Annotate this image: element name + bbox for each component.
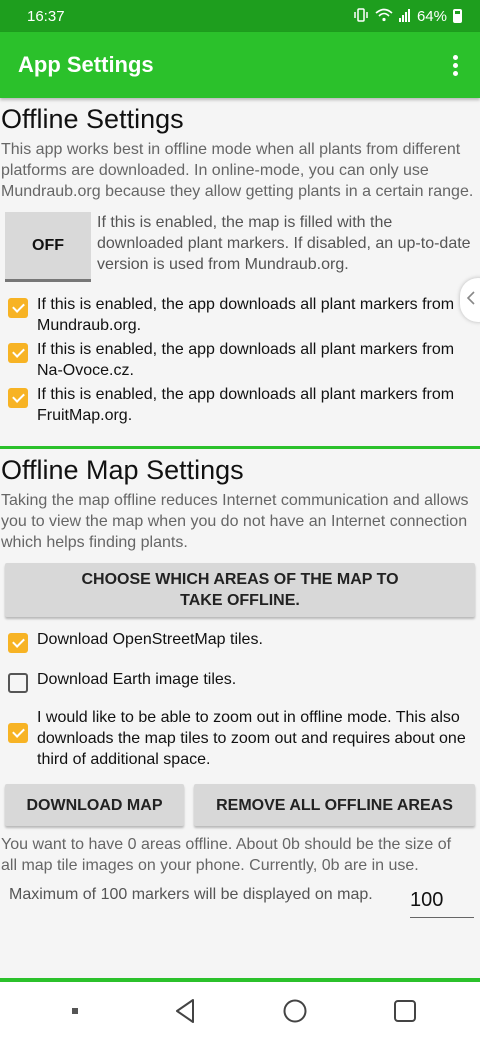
section-divider bbox=[0, 446, 480, 449]
square-dot-icon[interactable] bbox=[50, 991, 100, 1031]
checkbox-zoom-out-label: I would like to be able to zoom out in o… bbox=[37, 709, 466, 768]
offline-status-text: You want to have 0 areas offline. About … bbox=[1, 836, 452, 874]
navigation-bar bbox=[0, 982, 480, 1040]
remove-offline-areas-button[interactable]: REMOVE ALL OFFLINE AREAS bbox=[194, 784, 475, 826]
checkbox-zoom-out[interactable] bbox=[8, 723, 28, 743]
checkbox-row-osm-tiles[interactable]: Download OpenStreetMap tiles. bbox=[0, 629, 480, 653]
offline-settings-description: This app works best in offline mode when… bbox=[1, 141, 474, 200]
markers-count-input[interactable]: 100 bbox=[410, 884, 474, 918]
checkbox-na-ovoce-label: If this is enabled, the app downloads al… bbox=[37, 341, 455, 379]
download-buttons-row: DOWNLOAD MAP REMOVE ALL OFFLINE AREAS bbox=[5, 784, 475, 826]
checkbox-row-mundraub[interactable]: If this is enabled, the app downloads al… bbox=[0, 294, 480, 336]
checkbox-row-zoom-out[interactable]: I would like to be able to zoom out in o… bbox=[0, 707, 480, 770]
checkbox-row-fruitmap[interactable]: If this is enabled, the app downloads al… bbox=[0, 384, 480, 426]
checkbox-mundraub-label: If this is enabled, the app downloads al… bbox=[37, 296, 455, 334]
back-icon[interactable] bbox=[160, 991, 210, 1031]
offline-mode-description: If this is enabled, the map is filled wi… bbox=[97, 214, 471, 273]
app-title: App Settings bbox=[18, 52, 154, 77]
offline-map-settings-title: Offline Map Settings bbox=[1, 455, 244, 485]
offline-settings-title: Offline Settings bbox=[1, 104, 184, 134]
offline-map-description: Taking the map offline reduces Internet … bbox=[1, 492, 469, 551]
checkbox-row-earth-tiles[interactable]: Download Earth image tiles. bbox=[0, 669, 480, 693]
markers-label: Maximum of 100 markers will be displayed… bbox=[9, 886, 373, 903]
app-bar: App Settings bbox=[0, 32, 480, 98]
checkbox-mundraub[interactable] bbox=[8, 298, 28, 318]
offline-mode-toggle-button[interactable]: OFF bbox=[5, 212, 91, 282]
vibrate-icon bbox=[353, 7, 369, 25]
checkbox-na-ovoce[interactable] bbox=[8, 343, 28, 363]
battery-percent: 64% bbox=[416, 7, 447, 25]
home-icon[interactable] bbox=[270, 991, 320, 1031]
more-vert-icon[interactable] bbox=[449, 51, 462, 80]
checkbox-fruitmap[interactable] bbox=[8, 388, 28, 408]
battery-icon bbox=[453, 9, 462, 23]
chevron-left-icon bbox=[466, 290, 476, 310]
checkbox-row-na-ovoce[interactable]: If this is enabled, the app downloads al… bbox=[0, 339, 480, 381]
settings-content[interactable]: Offline Settings This app works best in … bbox=[0, 98, 480, 982]
checkbox-osm-tiles-label: Download OpenStreetMap tiles. bbox=[37, 631, 263, 648]
wifi-icon bbox=[375, 8, 393, 25]
download-map-button[interactable]: DOWNLOAD MAP bbox=[5, 784, 184, 826]
checkbox-osm-tiles[interactable] bbox=[8, 633, 28, 653]
signal-icon bbox=[398, 8, 411, 25]
choose-areas-button[interactable]: CHOOSE WHICH AREAS OF THE MAP TO TAKE OF… bbox=[5, 563, 475, 617]
markers-row: Maximum of 100 markers will be displayed… bbox=[0, 884, 480, 918]
status-time: 16:37 bbox=[27, 7, 65, 25]
checkbox-earth-tiles-label: Download Earth image tiles. bbox=[37, 671, 237, 688]
recents-icon[interactable] bbox=[380, 991, 430, 1031]
status-bar: 16:37 64% bbox=[0, 0, 480, 32]
checkbox-fruitmap-label: If this is enabled, the app downloads al… bbox=[37, 386, 455, 424]
status-icons: 64% bbox=[353, 8, 462, 25]
checkbox-earth-tiles[interactable] bbox=[8, 673, 28, 693]
offline-mode-row: OFF If this is enabled, the map is fille… bbox=[0, 212, 480, 282]
